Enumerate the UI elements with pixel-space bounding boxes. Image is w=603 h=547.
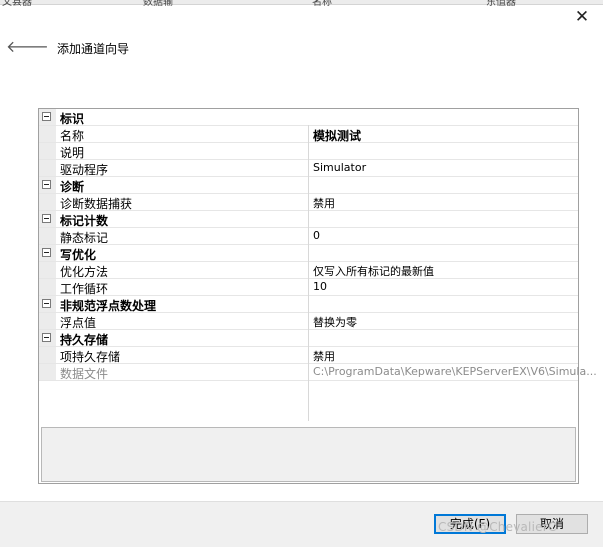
background-window-strip: 文县器 数据输 名称 东值器 xyxy=(0,0,603,8)
property-name: 浮点值 xyxy=(60,316,97,330)
cancel-button[interactable]: 取消 xyxy=(516,514,588,534)
strip-text: 东值器 xyxy=(486,0,516,8)
close-icon[interactable]: ✕ xyxy=(572,8,592,26)
strip-text: 文县器 xyxy=(2,0,32,8)
strip-text: 名称 xyxy=(312,0,332,8)
property-name: 工作循环 xyxy=(60,282,109,296)
property-name: 说明 xyxy=(60,146,85,160)
property-name: 静态标记 xyxy=(60,231,109,245)
property-value[interactable]: 0 xyxy=(313,229,320,242)
collapse-icon[interactable] xyxy=(42,299,51,308)
strip-text: 数据输 xyxy=(143,0,173,8)
property-value[interactable]: 禁用 xyxy=(313,195,335,211)
collapse-icon[interactable] xyxy=(42,248,51,257)
collapse-icon[interactable] xyxy=(42,112,51,121)
property-name: 优化方法 xyxy=(60,265,109,279)
finish-button[interactable]: 完成(F) xyxy=(434,514,506,534)
property-value[interactable]: 仅写入所有标记的最新值 xyxy=(313,263,434,279)
property-name: 项持久存储 xyxy=(60,350,121,364)
category-label: 非规范浮点数处理 xyxy=(60,299,157,313)
property-value[interactable]: 替换为零 xyxy=(313,314,357,330)
property-name: 数据文件 xyxy=(60,367,109,381)
category-identification[interactable]: 标识 xyxy=(39,109,578,126)
property-value[interactable]: 模拟测试 xyxy=(313,127,361,144)
property-grid: 标识 名称 模拟测试 说明 驱动程序 Simulator 诊断 诊断数据捕获 禁… xyxy=(38,108,597,484)
category-label: 持久存储 xyxy=(60,333,109,347)
property-value[interactable]: 禁用 xyxy=(313,348,335,364)
property-name: 名称 xyxy=(60,129,85,143)
wizard-footer: 完成(F) 取消 xyxy=(0,501,603,547)
collapse-icon[interactable] xyxy=(42,333,51,342)
property-value[interactable]: 10 xyxy=(313,280,327,293)
category-label: 诊断 xyxy=(60,180,85,194)
collapse-icon[interactable] xyxy=(42,180,51,189)
property-name: 诊断数据捕获 xyxy=(60,197,133,211)
category-label: 写优化 xyxy=(60,248,97,262)
category-label: 标识 xyxy=(60,112,85,126)
description-pane xyxy=(41,427,576,482)
property-value[interactable]: Simulator xyxy=(313,161,366,174)
property-value: C:\ProgramData\Kepware\KEPServerEX\V6\Si… xyxy=(313,365,597,378)
property-name: 驱动程序 xyxy=(60,163,109,177)
collapse-icon[interactable] xyxy=(42,214,51,223)
column-divider[interactable] xyxy=(308,125,309,421)
category-label: 标记计数 xyxy=(60,214,109,228)
wizard-title: 添加通道向导 xyxy=(57,42,130,56)
back-arrow-icon[interactable]: 🡐 xyxy=(6,37,49,57)
